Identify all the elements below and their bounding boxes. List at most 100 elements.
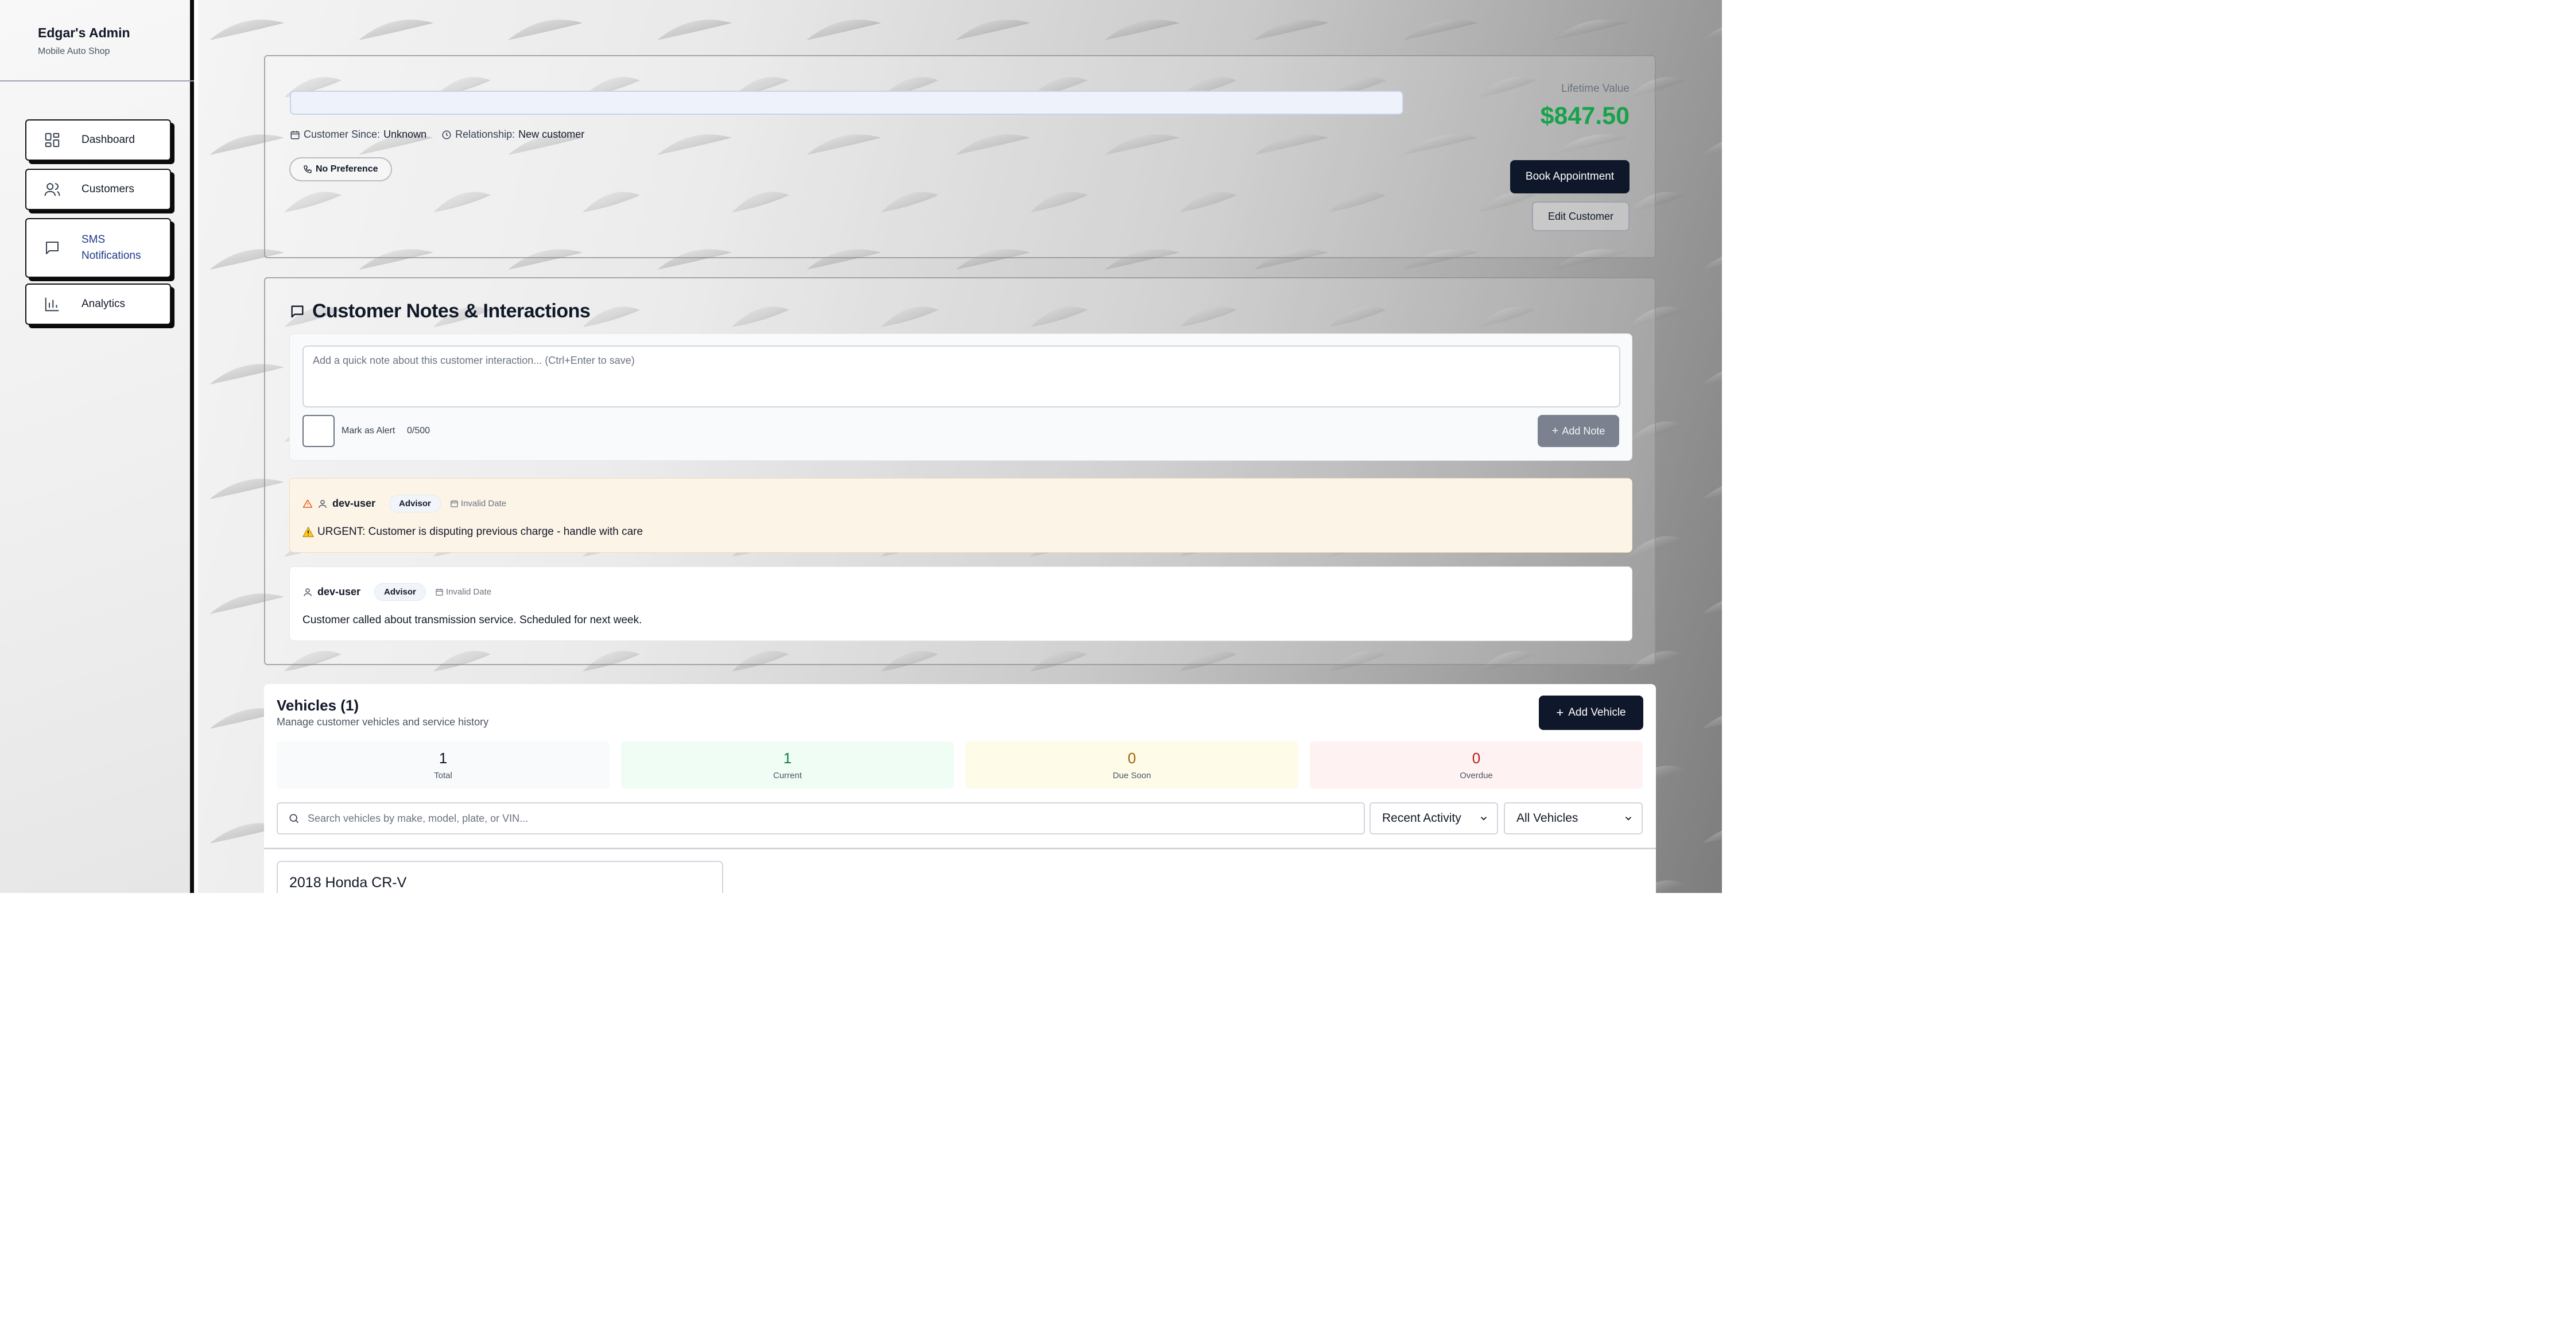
lifetime-value: $847.50 [1540,102,1630,130]
plus-icon: + [1556,705,1564,720]
message-icon [291,305,304,317]
contact-preference-label: No Preference [316,164,378,174]
calendar-icon [290,130,300,139]
vehicle-card[interactable]: 2018 Honda CR-V [277,861,723,893]
add-vehicle-button[interactable]: + Add Vehicle [1539,696,1643,730]
dashboard-icon [45,133,60,147]
stat-value: 1 [439,749,448,767]
app-viewport: Edgar's Admin Mobile Auto Shop Dashboard… [0,0,1722,893]
stat-label: Overdue [1460,771,1493,780]
character-count: 0/500 [407,426,430,436]
contact-preference-badge[interactable]: No Preference [289,157,392,181]
sidebar: Edgar's Admin Mobile Auto Shop Dashboard… [0,0,194,893]
sort-select-value: Recent Activity [1382,811,1461,825]
add-note-label: Add Note [1562,425,1605,437]
calendar-icon [436,588,443,596]
notes-heading: Customer Notes & Interactions [289,300,591,323]
customer-since: Customer Since: Unknown [290,129,426,141]
note-text-content: Customer called about transmission servi… [302,614,642,626]
note-text: Customer called about transmission servi… [302,614,642,627]
stat-label: Current [773,771,802,780]
note-item: dev-user Advisor Invalid Date Customer c… [289,566,1632,641]
users-icon [44,183,60,196]
sidebar-item-customers[interactable]: Customers [25,169,171,210]
search-icon [289,814,299,824]
stat-total: 1 Total [277,741,610,789]
stat-overdue: 0 Overdue [1310,741,1643,789]
customer-meta: Customer Since: Unknown Relationship: Ne… [290,129,599,141]
stat-value: 0 [1127,749,1136,767]
note-role-badge: Advisor [374,583,426,601]
chevron-down-icon [1625,817,1632,821]
vehicle-search-input[interactable]: Search vehicles by make, model, plate, o… [277,802,1365,834]
bar-chart-icon [45,297,59,312]
stat-label: Due Soon [1112,771,1151,780]
note-date: Invalid Date [450,499,506,508]
sort-select[interactable]: Recent Activity [1370,802,1498,834]
note-author: dev-user [332,498,376,509]
add-vehicle-label: Add Vehicle [1568,706,1626,719]
filter-select[interactable]: All Vehicles [1504,802,1643,834]
customer-relationship: Relationship: New customer [441,129,584,141]
note-header: dev-user Advisor Invalid Date [302,583,491,601]
note-header: dev-user Advisor Invalid Date [302,495,506,512]
edit-customer-button[interactable]: Edit Customer [1532,201,1630,231]
vehicles-title: Vehicles (1) [277,697,359,714]
note-date-text: Invalid Date [445,587,492,597]
note-item-alert: dev-user Advisor Invalid Date URGENT: Cu… [289,478,1632,553]
notes-title: Customer Notes & Interactions [312,300,591,322]
filter-select-value: All Vehicles [1516,811,1578,825]
vehicles-section: Vehicles (1) Manage customer vehicles an… [264,684,1656,893]
book-appointment-button[interactable]: Book Appointment [1510,160,1630,193]
customer-name-bar [290,91,1403,115]
customer-since-value: Unknown [383,129,427,140]
note-date: Invalid Date [435,587,491,597]
calendar-icon [451,500,458,507]
plus-icon: + [1551,424,1559,437]
relationship-value: New customer [518,129,585,140]
vehicle-name: 2018 Honda CR-V [289,875,407,891]
sidebar-item-dashboard[interactable]: Dashboard [25,119,171,161]
sidebar-item-label: Analytics [82,298,126,310]
relationship-label: Relationship: [455,129,515,140]
mark-as-alert-checkbox[interactable] [302,415,335,447]
chevron-down-icon [1480,817,1487,821]
lifetime-value-label: Lifetime Value [1561,83,1630,95]
note-text-content: URGENT: Customer is disputing previous c… [317,526,643,538]
sidebar-item-label: SMS Notifications [82,234,141,262]
sidebar-item-analytics[interactable]: Analytics [25,283,171,325]
app-title: Edgar's Admin [38,25,130,40]
vehicles-subtitle: Manage customer vehicles and service his… [277,716,489,728]
mark-as-alert-label: Mark as Alert [342,426,395,436]
sidebar-divider [0,80,194,81]
vehicle-search-placeholder: Search vehicles by make, model, plate, o… [308,812,529,824]
customer-notes-section: Customer Notes & Interactions Add a quic… [264,277,1656,665]
note-date-text: Invalid Date [460,499,507,508]
sidebar-item-sms-notifications[interactable]: SMS Notifications [25,218,171,278]
vehicles-divider [264,848,1656,849]
note-role-badge: Advisor [389,495,441,512]
warning-emoji-icon [302,526,314,537]
app-subtitle: Mobile Auto Shop [38,46,110,56]
stat-label: Total [434,771,452,780]
stat-due-soon: 0 Due Soon [965,741,1298,789]
note-input[interactable]: Add a quick note about this customer int… [302,345,1620,407]
clock-icon [442,130,451,139]
warning-icon [302,499,313,508]
stat-value: 0 [1472,749,1481,767]
sidebar-brand: Edgar's Admin Mobile Auto Shop [38,25,130,57]
add-note-button[interactable]: + Add Note [1538,415,1619,447]
message-icon [46,242,59,254]
note-text: URGENT: Customer is disputing previous c… [302,526,643,538]
phone-icon [304,165,312,173]
customer-header-card: Customer Since: Unknown Relationship: Ne… [264,55,1656,258]
user-icon [304,588,312,596]
customer-since-label: Customer Since: [304,129,381,140]
sidebar-item-label: Customers [82,183,134,195]
stat-current: 1 Current [621,741,954,789]
note-author: dev-user [317,586,361,597]
sidebar-item-label: Dashboard [82,134,135,146]
note-composer: Add a quick note about this customer int… [289,333,1632,461]
stat-value: 1 [783,749,792,767]
user-icon [319,499,327,508]
